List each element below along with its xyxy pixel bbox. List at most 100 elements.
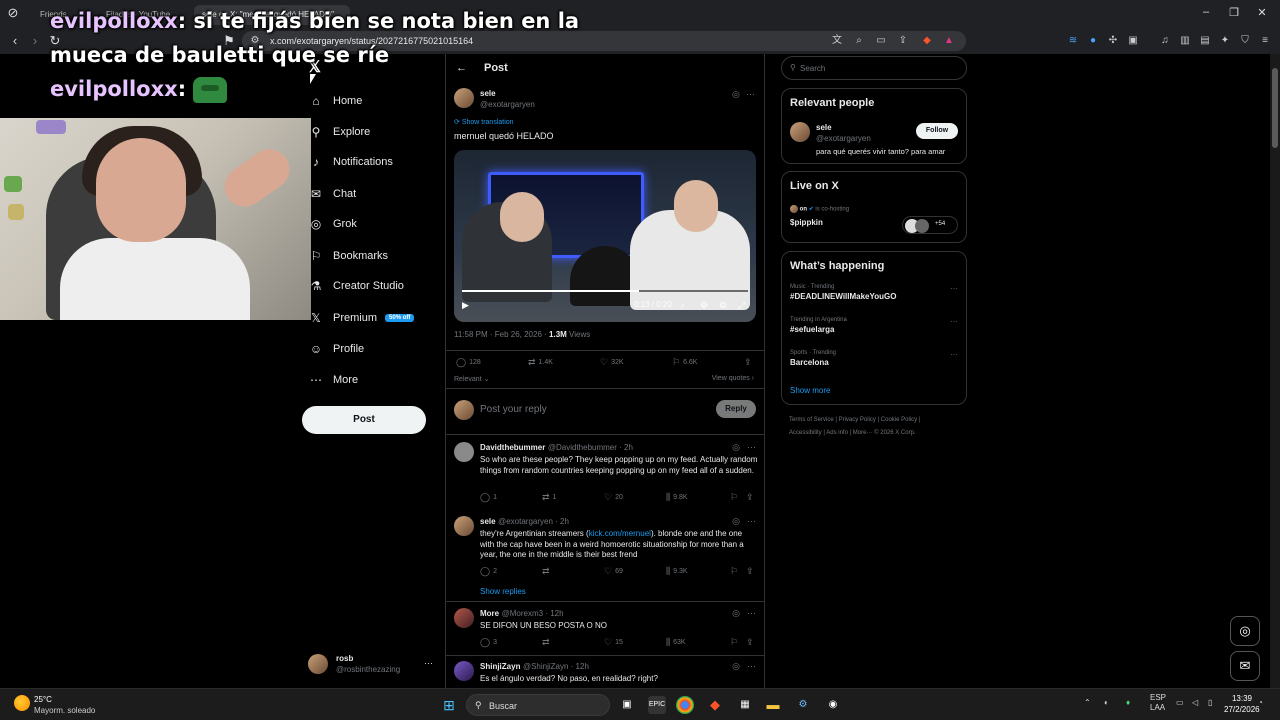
search-box[interactable]: ⚲ Search (781, 56, 967, 80)
grok-icon[interactable]: ◎ (732, 608, 740, 619)
tab-youtube[interactable]: Fijados - YouTube (98, 5, 190, 25)
battery-icon[interactable]: ▯ (1208, 698, 1212, 707)
more-icon[interactable]: ··· (746, 89, 755, 99)
view-quotes-link[interactable]: View quotes › (712, 375, 754, 382)
more-icon[interactable]: ··· (950, 350, 958, 359)
reply-author[interactable]: sele (480, 517, 496, 526)
microphone-icon[interactable]: ♦ (1126, 698, 1130, 707)
reply-author[interactable]: More (480, 609, 499, 618)
extensions-icon[interactable]: ✣ (1106, 34, 1120, 48)
vpn-shield-icon[interactable]: ⛉ (1238, 34, 1252, 48)
discord-icon[interactable]: ◐ (1104, 698, 1109, 707)
repost-action[interactable]: ⇄ (542, 566, 553, 577)
follow-button[interactable]: Follow (916, 123, 958, 139)
avatar[interactable] (454, 516, 474, 536)
more-icon[interactable]: ··· (950, 317, 958, 326)
settings-icon[interactable]: ⚙ (700, 300, 708, 311)
listener-avatars[interactable]: +54 (902, 216, 958, 234)
tab-friends[interactable]: Friends (32, 5, 96, 25)
pip-icon[interactable]: ⧉ (720, 300, 726, 311)
store-icon[interactable]: ▦ (736, 696, 754, 714)
grok-icon[interactable]: ◎ (732, 442, 740, 453)
bookmark-page-icon[interactable]: ⚑ (220, 32, 238, 50)
taskbar-search[interactable]: ⚲ Buscar (466, 694, 610, 716)
brave-shields-icon[interactable]: ◆ (920, 34, 934, 48)
brave-icon[interactable]: ◆ (706, 696, 724, 714)
search-input[interactable]: Search (800, 64, 825, 73)
screenshot-icon[interactable]: ▣ (1126, 34, 1140, 48)
menu-icon[interactable]: ≡ (1258, 34, 1272, 48)
zoom-icon[interactable]: ⌕ (852, 34, 866, 48)
grok-fab[interactable]: ◎ (1230, 616, 1260, 646)
messages-fab[interactable]: ✉ (1230, 651, 1260, 681)
avatar[interactable] (790, 122, 810, 142)
footer-line[interactable]: Terms of Service | Privacy Policy | Cook… (789, 414, 969, 427)
bookmark-action[interactable]: ⚐ (730, 492, 741, 503)
minimize-icon[interactable]: – (1196, 6, 1216, 22)
site-info-icon[interactable]: ⚙ (248, 34, 262, 48)
extension-vpn-icon[interactable]: ● (1086, 34, 1100, 48)
forward-icon[interactable]: › (26, 32, 44, 50)
author-handle[interactable]: @exotargaryen (480, 100, 535, 109)
windows-start-icon[interactable]: ⊞ (440, 696, 458, 714)
reply-author[interactable]: ShinjiZayn (480, 662, 520, 671)
repost-action[interactable]: ⇄ 1.4K (528, 357, 553, 368)
omnibox[interactable]: ⚙ x.com/exotargaryen/status/202721677502… (242, 31, 966, 51)
show-more-link[interactable]: Show more (790, 386, 830, 395)
more-icon[interactable]: ··· (747, 661, 756, 671)
reply-action[interactable]: ◯ 3 (480, 637, 497, 648)
grok-icon[interactable]: ◎ (732, 661, 740, 672)
avatar[interactable] (454, 442, 474, 462)
person-name[interactable]: sele (816, 123, 832, 132)
file-explorer-icon[interactable]: ▬ (764, 696, 782, 714)
chrome-icon[interactable] (676, 696, 694, 714)
sidebar-item-creator-studio[interactable]: ⚗ Creator Studio (308, 276, 404, 296)
sort-replies-dropdown[interactable]: Relevant ⌄ (454, 375, 489, 383)
bookmark-action[interactable]: ⚐ 6.6K (672, 357, 697, 368)
views-action[interactable]: ⫼ 9.8K (666, 492, 688, 503)
show-translation-link[interactable]: ⟳ Show translation (454, 118, 514, 126)
repost-action[interactable]: ⇄ (542, 637, 553, 648)
back-icon[interactable]: ‹ (6, 32, 24, 50)
scrollbar[interactable] (1270, 54, 1280, 694)
grok-icon[interactable]: ◎ (732, 89, 740, 100)
reply-item[interactable]: More @Morexm3 · 12h SE DIFON UN BESO POS… (454, 608, 758, 638)
play-icon[interactable]: ▶ (462, 300, 469, 311)
sidebar-item-more[interactable]: ⋯ More (308, 370, 358, 390)
network-icon[interactable]: ▭ (1176, 698, 1184, 707)
more-icon[interactable]: ··· (424, 658, 433, 668)
sidebar-toggle-icon[interactable]: ▥ (1178, 34, 1192, 48)
more-icon[interactable]: ··· (747, 442, 756, 452)
sidebar-item-home[interactable]: ⌂ Home (308, 91, 362, 111)
views-action[interactable]: ⫼ 63K (666, 637, 686, 648)
reply-action[interactable]: ◯ 1 (480, 492, 497, 503)
bookmark-action[interactable]: ⚐ (730, 566, 741, 577)
scrollbar-thumb[interactable] (1272, 68, 1278, 148)
back-arrow-icon[interactable]: ← (456, 62, 467, 74)
sidebar-item-chat[interactable]: ✉ Chat (308, 184, 356, 204)
reply-action[interactable]: ◯ 128 (456, 357, 481, 368)
footer-line[interactable]: Accessibility | Ads info | More··· © 202… (789, 427, 969, 440)
wallet-icon[interactable]: ▤ (1198, 34, 1212, 48)
bookmark-action[interactable]: ⚐ (730, 637, 741, 648)
obs-icon[interactable]: ◉ (824, 696, 842, 714)
like-action[interactable]: ♡ 32K (600, 357, 624, 368)
share-action[interactable]: ⇪ (744, 357, 755, 368)
show-replies-link[interactable]: Show replies (480, 587, 526, 596)
like-action[interactable]: ♡ 20 (604, 492, 623, 503)
sidebar-item-premium[interactable]: 𝕏 Premium 50% off (308, 308, 415, 328)
notification-bell-icon[interactable]: ◔ (1258, 698, 1263, 707)
repost-action[interactable]: ⇄ 1 (542, 492, 556, 503)
avatar[interactable] (454, 88, 474, 108)
reload-icon[interactable]: ↻ (46, 32, 64, 50)
sidebar-item-grok[interactable]: ◎ Grok (308, 214, 357, 234)
epic-games-icon[interactable]: EPIC (648, 696, 666, 714)
author-name[interactable]: sele (480, 89, 496, 98)
close-window-icon[interactable]: ✕ (1252, 6, 1272, 22)
language-indicator[interactable]: ESP LAA (1150, 693, 1166, 713)
trend-item[interactable]: Trending in Argentina #sefuelarga ··· (790, 317, 960, 334)
video-scrubber[interactable] (462, 290, 748, 292)
music-icon[interactable]: ♫ (1158, 34, 1172, 48)
sidebar-item-profile[interactable]: ☺ Profile (308, 339, 364, 359)
more-icon[interactable]: ··· (747, 608, 756, 618)
